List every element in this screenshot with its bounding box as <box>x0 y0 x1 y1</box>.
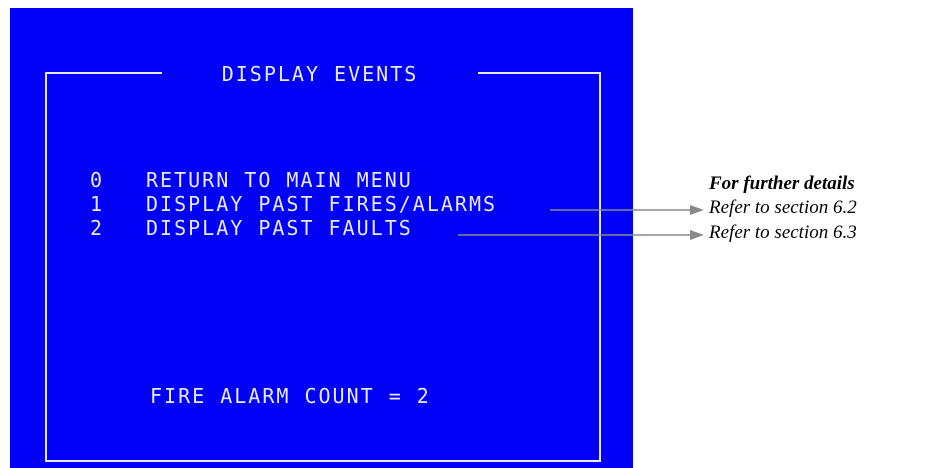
notes-heading: For further details <box>709 173 855 194</box>
arrow-to-section-6-2 <box>550 205 704 215</box>
note-section-6-3: Refer to section 6.3 <box>709 222 857 243</box>
arrow-to-section-6-3 <box>458 230 704 240</box>
note-section-6-2: Refer to section 6.2 <box>709 197 857 218</box>
